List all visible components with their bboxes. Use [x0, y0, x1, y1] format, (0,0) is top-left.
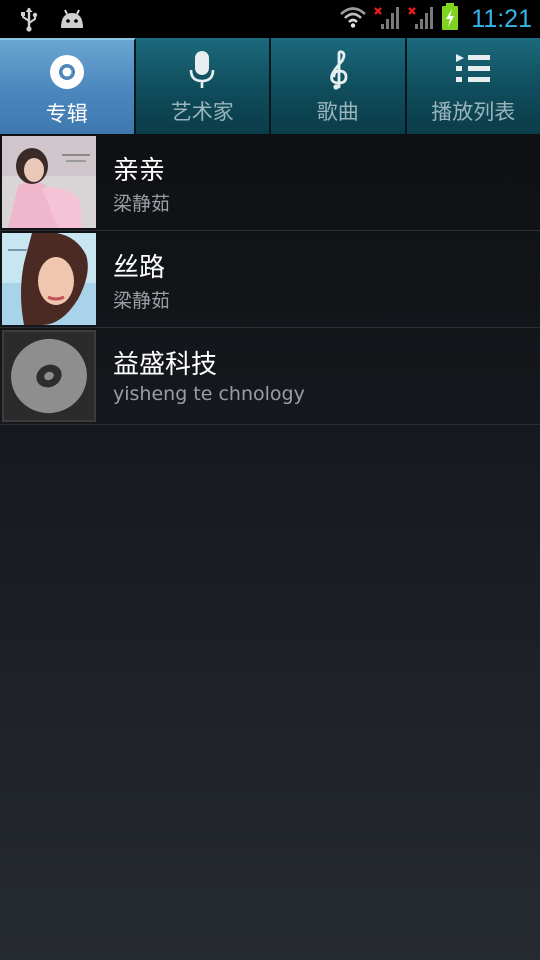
- status-bar: 11:21: [0, 0, 540, 38]
- microphone-icon: [182, 50, 222, 90]
- tab-songs-label: 歌曲: [316, 100, 359, 124]
- status-clock: 11:21: [471, 4, 532, 33]
- album-title: 丝路: [113, 253, 166, 283]
- tab-playlists[interactable]: 播放列表: [406, 38, 540, 134]
- library-tabs: 专辑 艺术家 歌曲 播放列表: [0, 38, 540, 134]
- tab-playlists-label: 播放列表: [431, 100, 516, 124]
- album-list: 亲亲 梁静茹 丝路 梁静茹 益盛科技 yisheng te chnology: [0, 134, 540, 425]
- tab-artists-label: 艺术家: [170, 100, 234, 124]
- album-disc-icon: [47, 52, 87, 92]
- notification-icons: [18, 6, 86, 36]
- album-cover: [2, 233, 96, 325]
- album-title: 亲亲: [113, 156, 166, 186]
- wifi-icon: [339, 5, 367, 33]
- album-title: 益盛科技: [113, 350, 218, 380]
- album-artist: yisheng te chnology: [113, 383, 305, 405]
- playlist-icon: [453, 50, 493, 90]
- tab-artists[interactable]: 艺术家: [135, 38, 271, 134]
- tab-albums[interactable]: 专辑: [0, 38, 136, 134]
- default-disc-icon: [2, 330, 96, 422]
- tab-songs[interactable]: 歌曲: [271, 38, 407, 134]
- signal-no-service-icon: [373, 3, 401, 35]
- battery-charging-icon: [441, 3, 459, 35]
- list-item[interactable]: 丝路 梁静茹: [0, 231, 540, 328]
- album-artist: 梁静茹: [113, 193, 171, 215]
- album-cover: [2, 136, 96, 228]
- album-artist: 梁静茹: [113, 290, 171, 312]
- usb-icon: [18, 6, 40, 36]
- treble-clef-icon: [318, 50, 358, 90]
- list-item[interactable]: 益盛科技 yisheng te chnology: [0, 328, 540, 425]
- system-icons: 11:21: [339, 2, 532, 36]
- android-icon: [58, 8, 86, 34]
- list-item[interactable]: 亲亲 梁静茹: [0, 134, 540, 231]
- screen: 11:21 专辑 艺术家 歌曲 播放列表 亲亲 梁静茹 丝路 梁静茹 益盛科技 …: [0, 0, 540, 960]
- signal-no-service-icon: [407, 3, 435, 35]
- tab-albums-label: 专辑: [45, 102, 88, 126]
